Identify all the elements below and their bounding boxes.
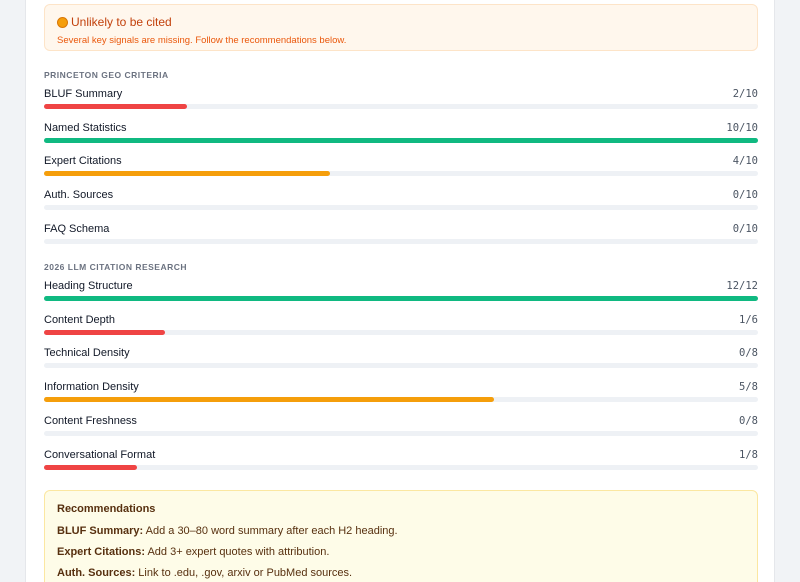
- criteria-score: 12/12: [726, 280, 758, 292]
- recommendations-title: Recommendations: [57, 503, 156, 515]
- criteria-label: Content Freshness: [44, 414, 137, 427]
- section-heading: 2026 LLM CITATION RESEARCH: [44, 262, 188, 272]
- criteria-score: 0/8: [739, 347, 758, 360]
- recommendation-text: Add 3+ expert quotes with attribution.: [145, 546, 330, 558]
- progress-track: [44, 205, 758, 211]
- criteria-label: Expert Citations: [44, 155, 122, 168]
- recommendation-key: BLUF Summary:: [57, 525, 144, 537]
- criteria-label: Auth. Sources: [44, 189, 114, 202]
- recommendations-box: Recommendations BLUF Summary: Add a 30–8…: [44, 490, 758, 582]
- criteria-row: BLUF Summary 2/10: [44, 88, 758, 112]
- criteria-score: 2/10: [732, 88, 758, 100]
- criteria-score: 4/10: [732, 155, 758, 168]
- recommendation-item: BLUF Summary: Add a 30–80 word summary a…: [57, 525, 398, 537]
- alert-title: Unlikely to be cited: [57, 15, 172, 29]
- criteria-row: Information Density 5/8: [44, 381, 758, 405]
- criteria-label: Named Statistics: [44, 121, 127, 134]
- progress-fill: [44, 104, 187, 109]
- progress-fill: [44, 171, 330, 177]
- section-heading: PRINCETON GEO CRITERIA: [44, 70, 169, 80]
- criteria-row: Heading Structure 12/12: [44, 280, 758, 304]
- alert-title-text: Unlikely to be cited: [71, 15, 172, 29]
- criteria-row: Auth. Sources 0/10: [44, 189, 758, 213]
- criteria-row: Content Freshness 0/8: [44, 415, 758, 439]
- criteria-score: 10/10: [726, 121, 758, 134]
- progress-fill: [44, 397, 494, 403]
- criteria-row: Expert Citations 4/10: [44, 155, 758, 179]
- criteria-row: Named Statistics 10/10: [44, 122, 758, 146]
- criteria-score: 0/10: [732, 189, 758, 202]
- criteria-label: Content Depth: [44, 313, 115, 326]
- progress-track: [44, 238, 758, 244]
- geo-score-panel: Unlikely to be cited Several key signals…: [25, 0, 775, 582]
- progress-track: [44, 363, 758, 369]
- criteria-score: 1/6: [739, 313, 758, 326]
- criteria-row: Conversational Format 1/8: [44, 449, 758, 473]
- criteria-score: 0/8: [739, 414, 758, 427]
- progress-track: [44, 329, 758, 335]
- recommendation-text: Link to .edu, .gov, arxiv or PubMed sour…: [135, 567, 353, 579]
- progress-fill: [44, 296, 758, 301]
- citation-alert: Unlikely to be cited Several key signals…: [44, 4, 758, 51]
- progress-track: [44, 430, 758, 436]
- criteria-label: Information Density: [44, 381, 139, 394]
- criteria-row: Technical Density 0/8: [44, 347, 758, 371]
- recommendation-key: Expert Citations:: [57, 546, 146, 558]
- progress-fill: [44, 137, 758, 143]
- criteria-score: 1/8: [739, 448, 758, 461]
- criteria-label: FAQ Schema: [44, 222, 110, 235]
- progress-track: [44, 104, 758, 109]
- alert-subtitle: Several key signals are missing. Follow …: [57, 35, 347, 46]
- criteria-score: 0/10: [732, 222, 758, 235]
- criteria-label: Heading Structure: [44, 280, 133, 292]
- criteria-score: 5/8: [739, 381, 758, 394]
- recommendation-text: Add a 30–80 word summary after each H2 h…: [143, 525, 398, 537]
- progress-track: [44, 397, 758, 403]
- progress-track: [44, 296, 758, 301]
- criteria-label: Conversational Format: [44, 448, 156, 461]
- recommendation-item: Auth. Sources: Link to .edu, .gov, arxiv…: [57, 567, 352, 579]
- criteria-label: BLUF Summary: [44, 88, 123, 100]
- recommendation-key: Auth. Sources:: [57, 567, 136, 579]
- criteria-row: Content Depth 1/6: [44, 314, 758, 338]
- progress-track: [44, 171, 758, 177]
- criteria-label: Technical Density: [44, 347, 130, 360]
- progress-fill: [44, 329, 166, 335]
- progress-fill: [44, 464, 137, 470]
- orange-circle-icon: [57, 16, 68, 28]
- criteria-row: FAQ Schema 0/10: [44, 223, 758, 247]
- recommendation-item: Expert Citations: Add 3+ expert quotes w…: [57, 546, 329, 558]
- progress-track: [44, 137, 758, 143]
- progress-track: [44, 464, 758, 470]
